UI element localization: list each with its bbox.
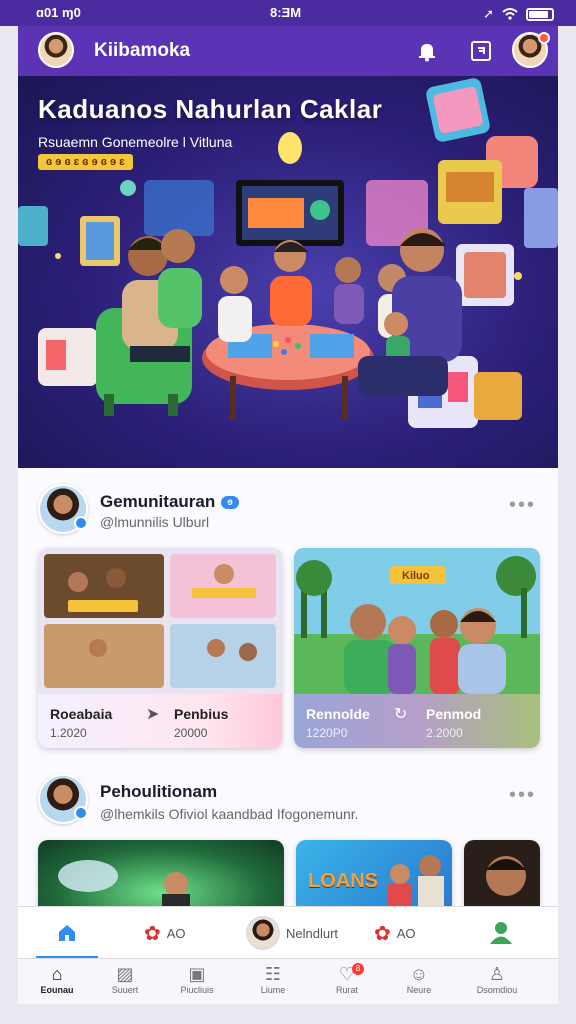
heart-icon: ♡ — [338, 964, 356, 984]
home-icon: ⌂ — [51, 964, 63, 984]
face-icon: ☺ — [409, 964, 429, 984]
more-options-icon[interactable]: ••• — [509, 784, 536, 807]
card-label-2: Penbius — [174, 706, 229, 722]
verified-icon — [74, 516, 88, 530]
card-sign: Kiluo — [402, 570, 430, 582]
status-bar: ɑ01 ɱ0 8:ƎM ➚ — [0, 0, 576, 26]
feed-thumb-1-image — [58, 860, 190, 906]
card-value-2: 20000 — [174, 726, 208, 740]
status-time: 8:ƎM — [270, 5, 302, 20]
flower-icon: ✿ — [144, 922, 161, 945]
card-value-4: 2.2000 — [426, 726, 463, 740]
card-label-4: Penmod — [426, 706, 482, 722]
profile-avatar[interactable] — [512, 32, 550, 68]
nav-item-5[interactable]: ☺ Neure — [384, 963, 454, 995]
nav-label-1: Suuert — [111, 985, 139, 995]
status-time-left: ɑ01 ɱ0 — [36, 5, 81, 20]
verified-icon — [74, 806, 88, 820]
collage-card[interactable]: Roeabaia 1.2020 ➤ Penbius 20000 — [38, 548, 282, 748]
photo-card[interactable]: Kiluo Rennolde 1220P0 ↻ Penmod 2.2000 — [294, 548, 540, 748]
tab-flower-1[interactable]: ✿ AO — [144, 907, 186, 959]
video-icon: ▣ — [188, 964, 206, 984]
post-handle: @lmunnilis Ulburl — [100, 514, 210, 530]
post-community: Gemunitauran ɘ @lmunnilis Ulburl ••• Roea… — [18, 468, 558, 768]
feed-thumb-1[interactable] — [38, 840, 284, 906]
nav-item-0[interactable]: ⌂ Eounau — [22, 963, 92, 995]
notification-badge — [538, 32, 550, 44]
tab-flower-2[interactable]: ✿ AO — [374, 907, 416, 959]
card-value-1: 1.2020 — [50, 726, 87, 740]
arrow-icon[interactable]: ➤ — [146, 704, 159, 724]
nav-label-4: Rurat — [335, 985, 358, 995]
card-label-1: Roeabaia — [50, 706, 113, 722]
tab-person[interactable] — [488, 907, 514, 959]
battery-icon — [526, 7, 554, 21]
bottom-navigation: ⌂ Eounau ▨ Suuert ▣ Piucliuis ☷ Liume ♡ … — [18, 958, 558, 1004]
post-author[interactable]: Gemunitauran — [100, 492, 215, 511]
tab-avatar — [246, 916, 280, 950]
feed-tab-bar: ✿ AO Nelndlurt ✿ AO — [18, 906, 558, 959]
hero-tag-strip: ɞ ɘ ɞ ɛ ɞ ɘ ɞ ɘ ɛ — [38, 154, 133, 170]
post2-handle: @lhemkils Ofiviol kaandbad Ifogonemunr. — [100, 806, 359, 822]
nav-item-3[interactable]: ☷ Liume — [238, 963, 308, 995]
compose-icon[interactable] — [466, 36, 496, 66]
nav-badge: 8 — [352, 963, 364, 975]
user-avatar[interactable] — [38, 32, 74, 68]
bell-icon[interactable] — [412, 36, 442, 66]
hero-title: Kaduanos Nahurlan Caklar — [38, 94, 383, 124]
feed-thumb-2-image — [388, 855, 444, 906]
collage-image — [38, 548, 282, 694]
tab-label-4: AO — [396, 925, 416, 941]
post2-author[interactable]: Pehoulitionam — [100, 782, 217, 802]
nav-item-4[interactable]: ♡ 8 Rurat — [312, 963, 382, 995]
more-options-icon[interactable]: ••• — [509, 494, 536, 517]
card-label-3: Rennolde — [306, 706, 370, 722]
flower-icon: ✿ — [374, 922, 391, 945]
image-icon: ▨ — [116, 964, 134, 984]
nav-label-3: Liume — [260, 985, 286, 995]
person-icon — [490, 922, 512, 944]
location-icon: ➚ — [483, 6, 494, 21]
chat-icon: ☷ — [264, 964, 282, 984]
app-bar: Kiibamoka — [18, 26, 558, 76]
post2-avatar[interactable] — [38, 774, 88, 824]
tab-label-2: AO — [166, 925, 186, 941]
hero-banner[interactable]: Kaduanos Nahurlan Caklar Rsuaemn Gonemeo… — [18, 76, 558, 468]
feed-thumb-2[interactable]: LOANS — [296, 840, 452, 906]
refresh-icon[interactable]: ↻ — [394, 704, 407, 724]
wifi-icon — [502, 8, 518, 20]
feed-thumb-3-image — [486, 856, 526, 896]
feed-thumb-3[interactable] — [464, 840, 540, 906]
nav-label-2: Piucliuis — [180, 985, 214, 995]
tab-label-3: Nelndlurt — [286, 925, 339, 941]
app-title: Kiibamoka — [94, 40, 191, 61]
nav-label-5: Neure — [406, 985, 432, 995]
tab-home[interactable] — [36, 907, 98, 959]
status-icons: ➚ — [483, 6, 554, 22]
nav-item-2[interactable]: ▣ Piucliuis — [162, 963, 232, 995]
post-second: Pehoulitionam @lhemkils Ofiviol kaandbad… — [18, 768, 558, 906]
card-value-3: 1220P0 — [306, 726, 348, 740]
nav-item-1[interactable]: ▨ Suuert — [90, 963, 160, 995]
hero-subtitle: Rsuaemn Gonemeolre l Vitluna — [38, 134, 233, 150]
post-avatar[interactable] — [38, 484, 88, 534]
nav-label-6: Dsomdiou — [476, 985, 518, 995]
home-icon — [59, 925, 75, 941]
profile-icon: ♙ — [488, 964, 506, 984]
nav-label-0: Eounau — [40, 985, 74, 995]
nav-item-6[interactable]: ♙ Dsomdiou — [462, 963, 532, 995]
tab-profile-center[interactable]: Nelndlurt — [246, 907, 338, 959]
author-badge: ɘ — [221, 496, 239, 510]
